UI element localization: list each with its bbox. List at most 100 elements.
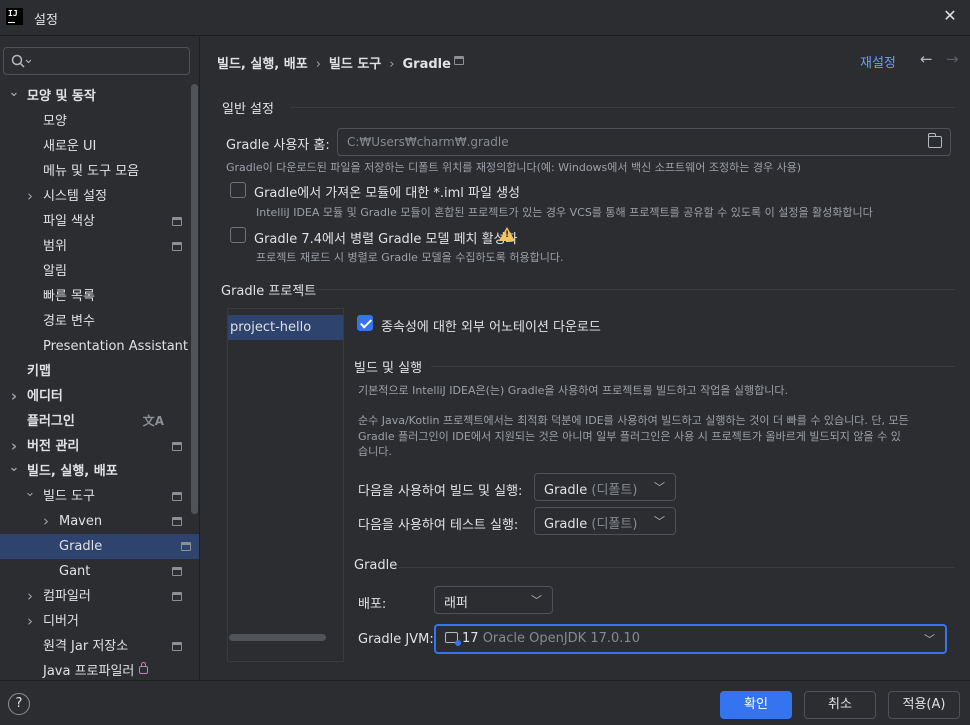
divider	[398, 567, 955, 568]
sidebar-item-label: 빌드, 실행, 배포	[27, 464, 118, 479]
chevron-right-icon[interactable]: ›	[24, 584, 36, 609]
build-run-desc-2: 순수 Java/Kotlin 프로젝트에서는 최적화 덕분에 IDE를 사용하여…	[358, 414, 909, 427]
sidebar-item-label: 키맵	[27, 364, 51, 379]
chevron-down-icon: ﹀	[654, 515, 665, 528]
sidebar-item-label: 파일 색상	[43, 214, 95, 229]
sidebar-scrollbar[interactable]	[191, 84, 198, 514]
search-icon	[11, 54, 31, 68]
project-scope-icon	[172, 442, 182, 451]
gradle-section-title: Gradle	[354, 558, 398, 573]
project-scope-icon	[172, 217, 182, 226]
sidebar-item[interactable]: 알림	[0, 259, 190, 284]
generate-iml-label[interactable]: Gradle에서 가져온 모듈에 대한 *.iml 파일 생성	[254, 182, 520, 201]
jdk-folder-icon	[445, 632, 461, 646]
chevron-down-icon[interactable]: ⌄	[8, 84, 20, 109]
close-icon[interactable]: ✕	[938, 4, 962, 28]
sidebar-item[interactable]: 경로 변수	[0, 309, 190, 334]
chevron-right-icon[interactable]: ›	[24, 184, 36, 209]
sidebar-item[interactable]: 원격 Jar 저장소	[0, 634, 190, 659]
sidebar-item[interactable]: › 디버거	[0, 609, 190, 634]
chevron-right-icon[interactable]: ›	[8, 384, 20, 409]
sidebar-item[interactable]: ⌄ 빌드, 실행, 배포	[0, 459, 190, 484]
test-using-select[interactable]: Gradle (디폴트) ﹀	[534, 507, 676, 535]
reset-link[interactable]: 재설정	[860, 52, 896, 71]
sidebar-item[interactable]: › 버전 관리	[0, 434, 190, 459]
chevron-right-icon[interactable]: ›	[24, 609, 36, 634]
chevron-down-icon: ﹀	[654, 481, 665, 494]
distribution-label: 배포:	[358, 597, 387, 612]
divider	[431, 366, 955, 367]
sidebar-item-label: 시스템 설정	[43, 189, 107, 204]
cancel-button[interactable]: 취소	[804, 691, 876, 719]
chevron-right-icon[interactable]: ›	[40, 509, 52, 534]
distribution-select[interactable]: 래퍼 ﹀	[434, 586, 553, 614]
download-annotations-checkbox[interactable]	[357, 315, 373, 331]
sidebar-item-label: 새로운 UI	[43, 139, 97, 154]
sidebar-item-label: 원격 Jar 저장소	[43, 639, 129, 654]
gradle-user-home-value: C:₩Users₩charm₩.gradle	[347, 135, 509, 149]
parallel-fetch-checkbox[interactable]	[230, 227, 246, 243]
sidebar-item[interactable]: 모양	[0, 109, 190, 134]
warning-icon: !	[499, 227, 515, 241]
sidebar-item[interactable]: Presentation Assistant	[0, 334, 190, 359]
project-scope-icon	[172, 492, 182, 501]
help-button[interactable]: ?	[8, 693, 30, 715]
translate-icon: 文A	[142, 414, 164, 428]
test-using-label: 다음을 사용하여 테스트 실행:	[358, 518, 519, 533]
sidebar-item[interactable]: 새로운 UI	[0, 134, 190, 159]
folder-icon[interactable]	[927, 133, 942, 148]
sidebar-item-label: Java 프로파일러	[43, 664, 135, 679]
sidebar-item-label: 범위	[43, 239, 67, 254]
generate-iml-checkbox[interactable]	[230, 182, 246, 198]
gradle-jvm-select[interactable]: 17 Oracle OpenJDK 17.0.10 ﹀	[434, 624, 947, 654]
chevron-right-icon: ›	[389, 57, 395, 72]
intellij-logo-icon: IJ	[6, 8, 23, 25]
apply-button[interactable]: 적용(A)	[888, 691, 960, 719]
sidebar-item-label: Presentation Assistant	[43, 339, 188, 354]
parallel-fetch-label[interactable]: Gradle 7.4에서 병렬 Gradle 모델 페치 활성화	[254, 228, 518, 247]
breadcrumb-item[interactable]: 빌드 도구	[329, 57, 381, 72]
breadcrumb-item[interactable]: 빌드, 실행, 배포	[217, 57, 308, 72]
sidebar-item[interactable]: ⌄ 빌드 도구	[0, 484, 190, 509]
sidebar-item[interactable]: 파일 색상	[0, 209, 190, 234]
search-input[interactable]	[3, 47, 190, 75]
sidebar-item[interactable]: 범위	[0, 234, 190, 259]
chevron-right-icon[interactable]: ›	[8, 434, 20, 459]
sidebar-item-label: 플러그인	[27, 414, 75, 429]
download-annotations-label[interactable]: 종속성에 대한 외부 어노테이션 다운로드	[381, 316, 601, 335]
window-title: 설정	[34, 13, 58, 28]
arrow-right-icon[interactable]: →	[946, 50, 959, 68]
project-list-scrollbar[interactable]	[229, 634, 326, 641]
project-scope-icon	[172, 242, 182, 251]
sidebar-item[interactable]: 플러그인 文A	[0, 409, 190, 434]
build-run-desc: 기본적으로 IntelliJ IDEA은(는) Gradle을 사용하여 프로젝…	[358, 384, 789, 397]
gradle-projects-title: Gradle 프로젝트	[221, 284, 317, 299]
chevron-down-icon[interactable]: ⌄	[24, 484, 36, 509]
project-scope-icon	[172, 567, 182, 576]
ok-button[interactable]: 확인	[720, 691, 792, 719]
gradle-user-home-field[interactable]: C:₩Users₩charm₩.gradle	[337, 128, 951, 156]
build-run-using-select[interactable]: Gradle (디폴트) ﹀	[534, 473, 676, 501]
general-settings-title: 일반 설정	[222, 102, 274, 117]
project-scope-icon	[181, 542, 191, 551]
sidebar-item[interactable]: Gradle	[0, 534, 199, 559]
sidebar-item[interactable]: › 시스템 설정	[0, 184, 190, 209]
sidebar-item-label: 경로 변수	[43, 314, 95, 329]
build-run-desc-4: 습니다.	[358, 445, 392, 458]
sidebar-item[interactable]: 키맵	[0, 359, 190, 384]
sidebar-item[interactable]: 빠른 목록	[0, 284, 190, 309]
arrow-left-icon[interactable]: ←	[920, 50, 933, 68]
sidebar-item[interactable]: › 에디터	[0, 384, 190, 409]
sidebar-item[interactable]: › 컴파일러	[0, 584, 190, 609]
project-scope-icon	[172, 592, 182, 601]
list-item[interactable]: project-hello	[228, 315, 343, 340]
sidebar-item[interactable]: Gant	[0, 559, 190, 584]
gradle-jvm-label: Gradle JVM:	[358, 632, 434, 647]
sidebar-item[interactable]: ⌄ 모양 및 동작	[0, 84, 190, 109]
sidebar-item[interactable]: Java 프로파일러	[0, 659, 190, 680]
sidebar-item-label: 컴파일러	[43, 589, 91, 604]
sidebar-item[interactable]: › Maven	[0, 509, 190, 534]
sidebar-item[interactable]: 메뉴 및 도구 모음	[0, 159, 190, 184]
chevron-down-icon[interactable]: ⌄	[8, 459, 20, 484]
chevron-right-icon: ›	[315, 57, 321, 72]
